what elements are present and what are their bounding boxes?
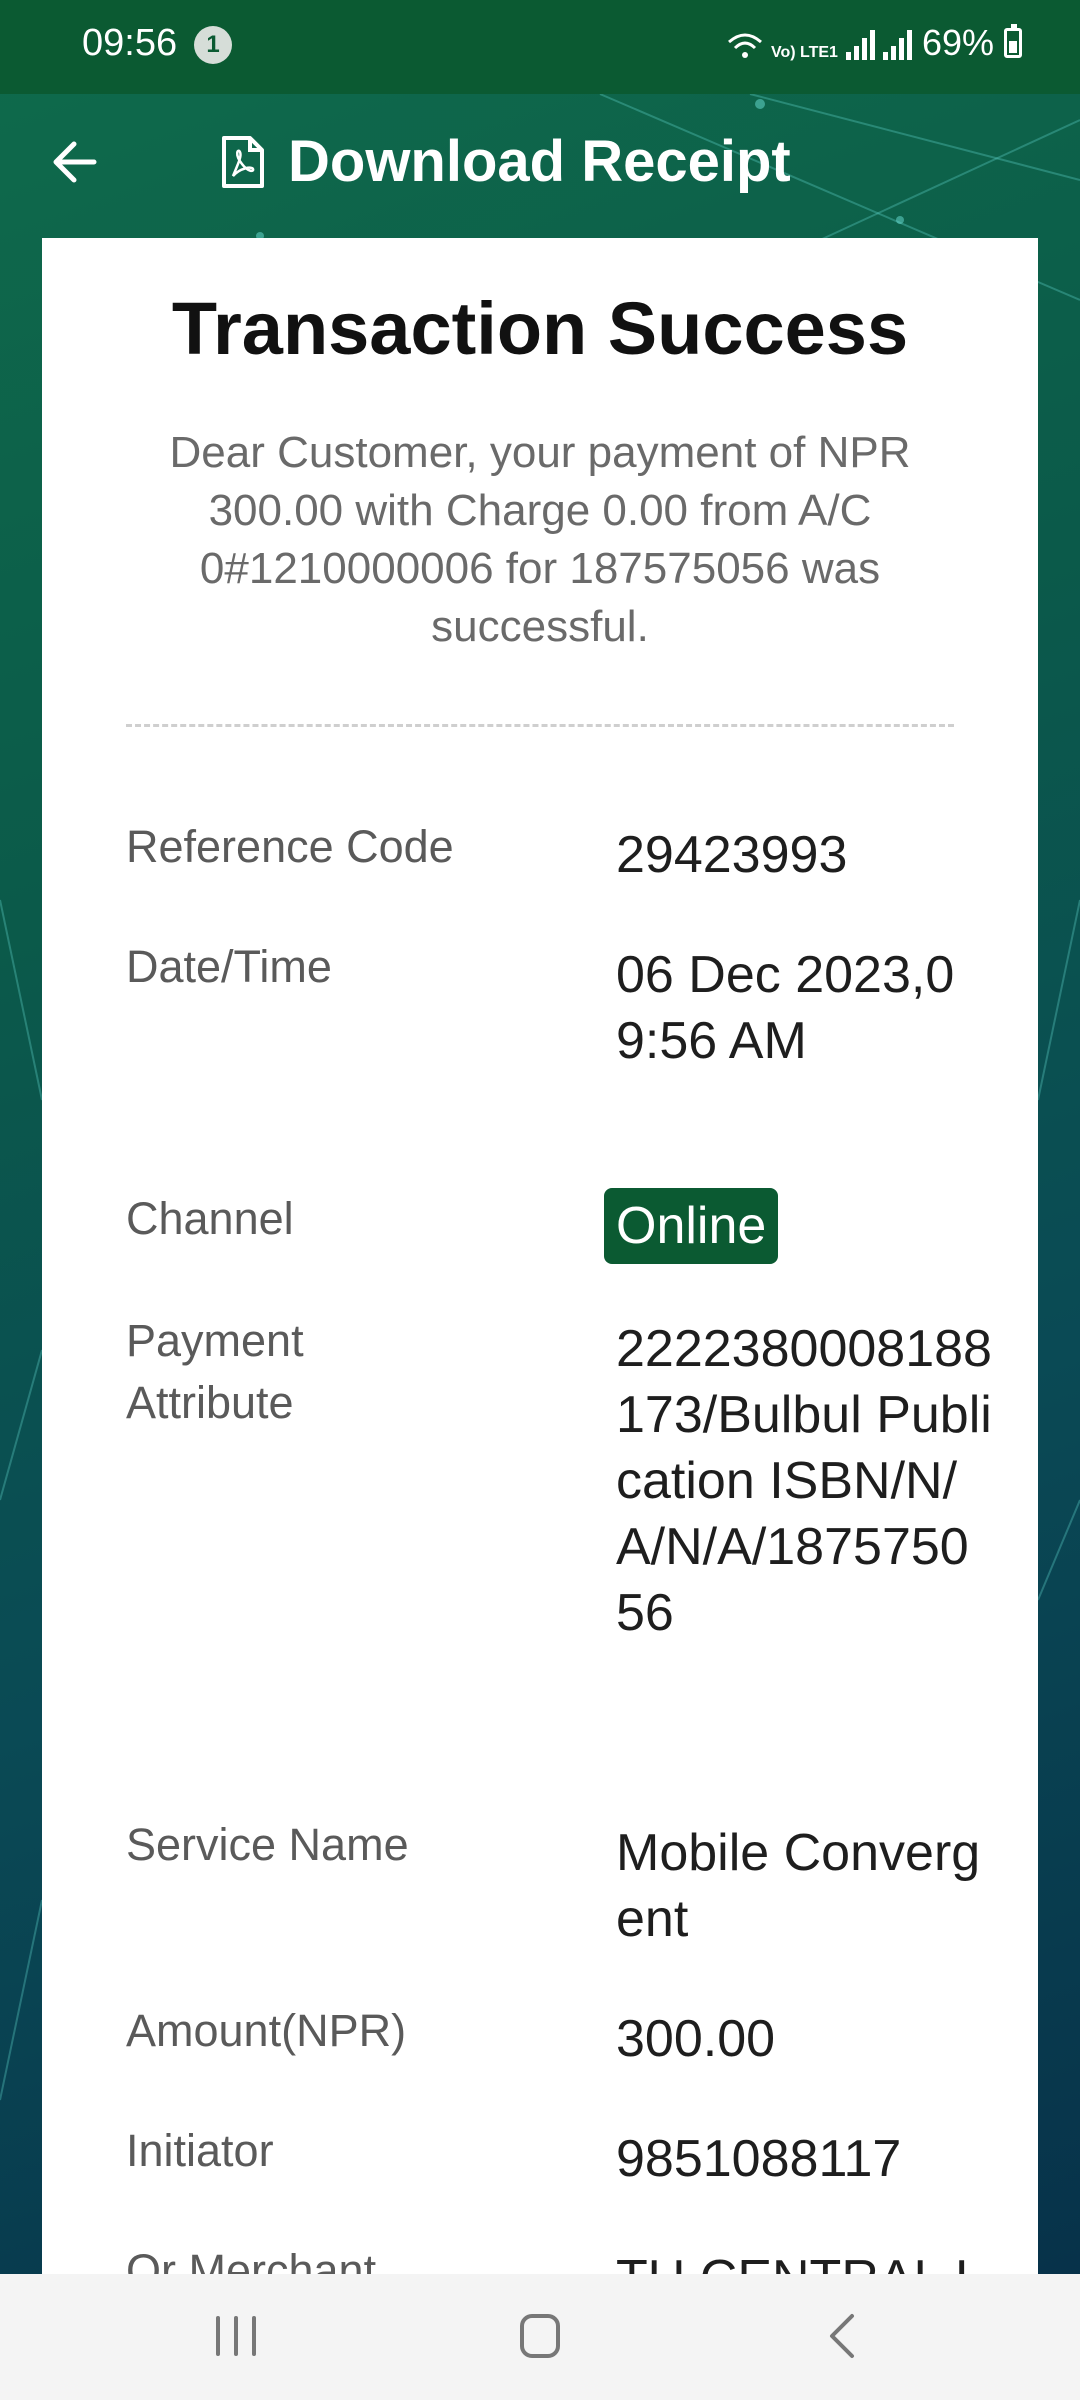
row-label: Channel xyxy=(126,1193,294,1244)
signal-icon xyxy=(882,30,912,60)
row-value: 300.00 xyxy=(616,2010,776,2068)
home-icon[interactable] xyxy=(500,2304,580,2368)
row-label: Date/Time xyxy=(126,941,332,992)
app-bar: Download Receipt xyxy=(0,94,1080,238)
row-label: Reference Code xyxy=(126,821,454,872)
volte-label: Vo) LTE1 xyxy=(770,44,838,61)
row-label: Initiator xyxy=(126,2125,274,2176)
row-value: Mobile Convergent xyxy=(616,1824,981,1948)
row-label: Qr Merchant Name xyxy=(126,2245,377,2274)
dashed-divider xyxy=(126,724,954,727)
notification-badge: 1 xyxy=(194,26,232,64)
battery-icon xyxy=(1004,24,1022,58)
system-nav-bar xyxy=(0,2274,1080,2400)
row-label: Service Name xyxy=(126,1819,409,1870)
status-indicators: Vo) LTE1 69% xyxy=(727,22,1022,64)
wifi-icon xyxy=(727,33,762,58)
row-value: 9851088117 xyxy=(616,2130,902,2188)
battery-percent: 69% xyxy=(921,22,994,63)
arrow-left-icon[interactable] xyxy=(44,130,108,194)
signal-icon xyxy=(845,30,875,60)
receipt-heading: Transaction Success xyxy=(171,287,909,370)
status-time: 09:56 xyxy=(82,22,178,64)
back-icon[interactable] xyxy=(804,2304,884,2368)
channel-badge: Online xyxy=(604,1188,779,1264)
row-label: Payment Attribute xyxy=(126,1315,304,1428)
row-label: Amount(NPR) xyxy=(126,2005,407,2056)
app-bar-title: Download Receipt xyxy=(220,128,791,195)
row-value: 06 Dec 2023,09:56 AM xyxy=(616,946,955,1070)
status-bar: 09:56 1 Vo) LTE1 69% xyxy=(0,0,1080,94)
pdf-file-icon xyxy=(222,135,264,188)
recent-apps-icon[interactable] xyxy=(196,2304,276,2368)
row-value: 29423993 xyxy=(616,826,848,884)
page-title: Download Receipt xyxy=(288,129,791,194)
receipt-card: Transaction Success Dear Customer, your … xyxy=(42,238,1038,2274)
receipt-message: Dear Customer, your payment of NPR 300.0… xyxy=(169,428,911,651)
row-value: TU CENTRAL LIBRARY xyxy=(616,2246,996,2274)
row-value: 2222380008188173/Bulbul Publication ISBN… xyxy=(616,1320,992,1642)
